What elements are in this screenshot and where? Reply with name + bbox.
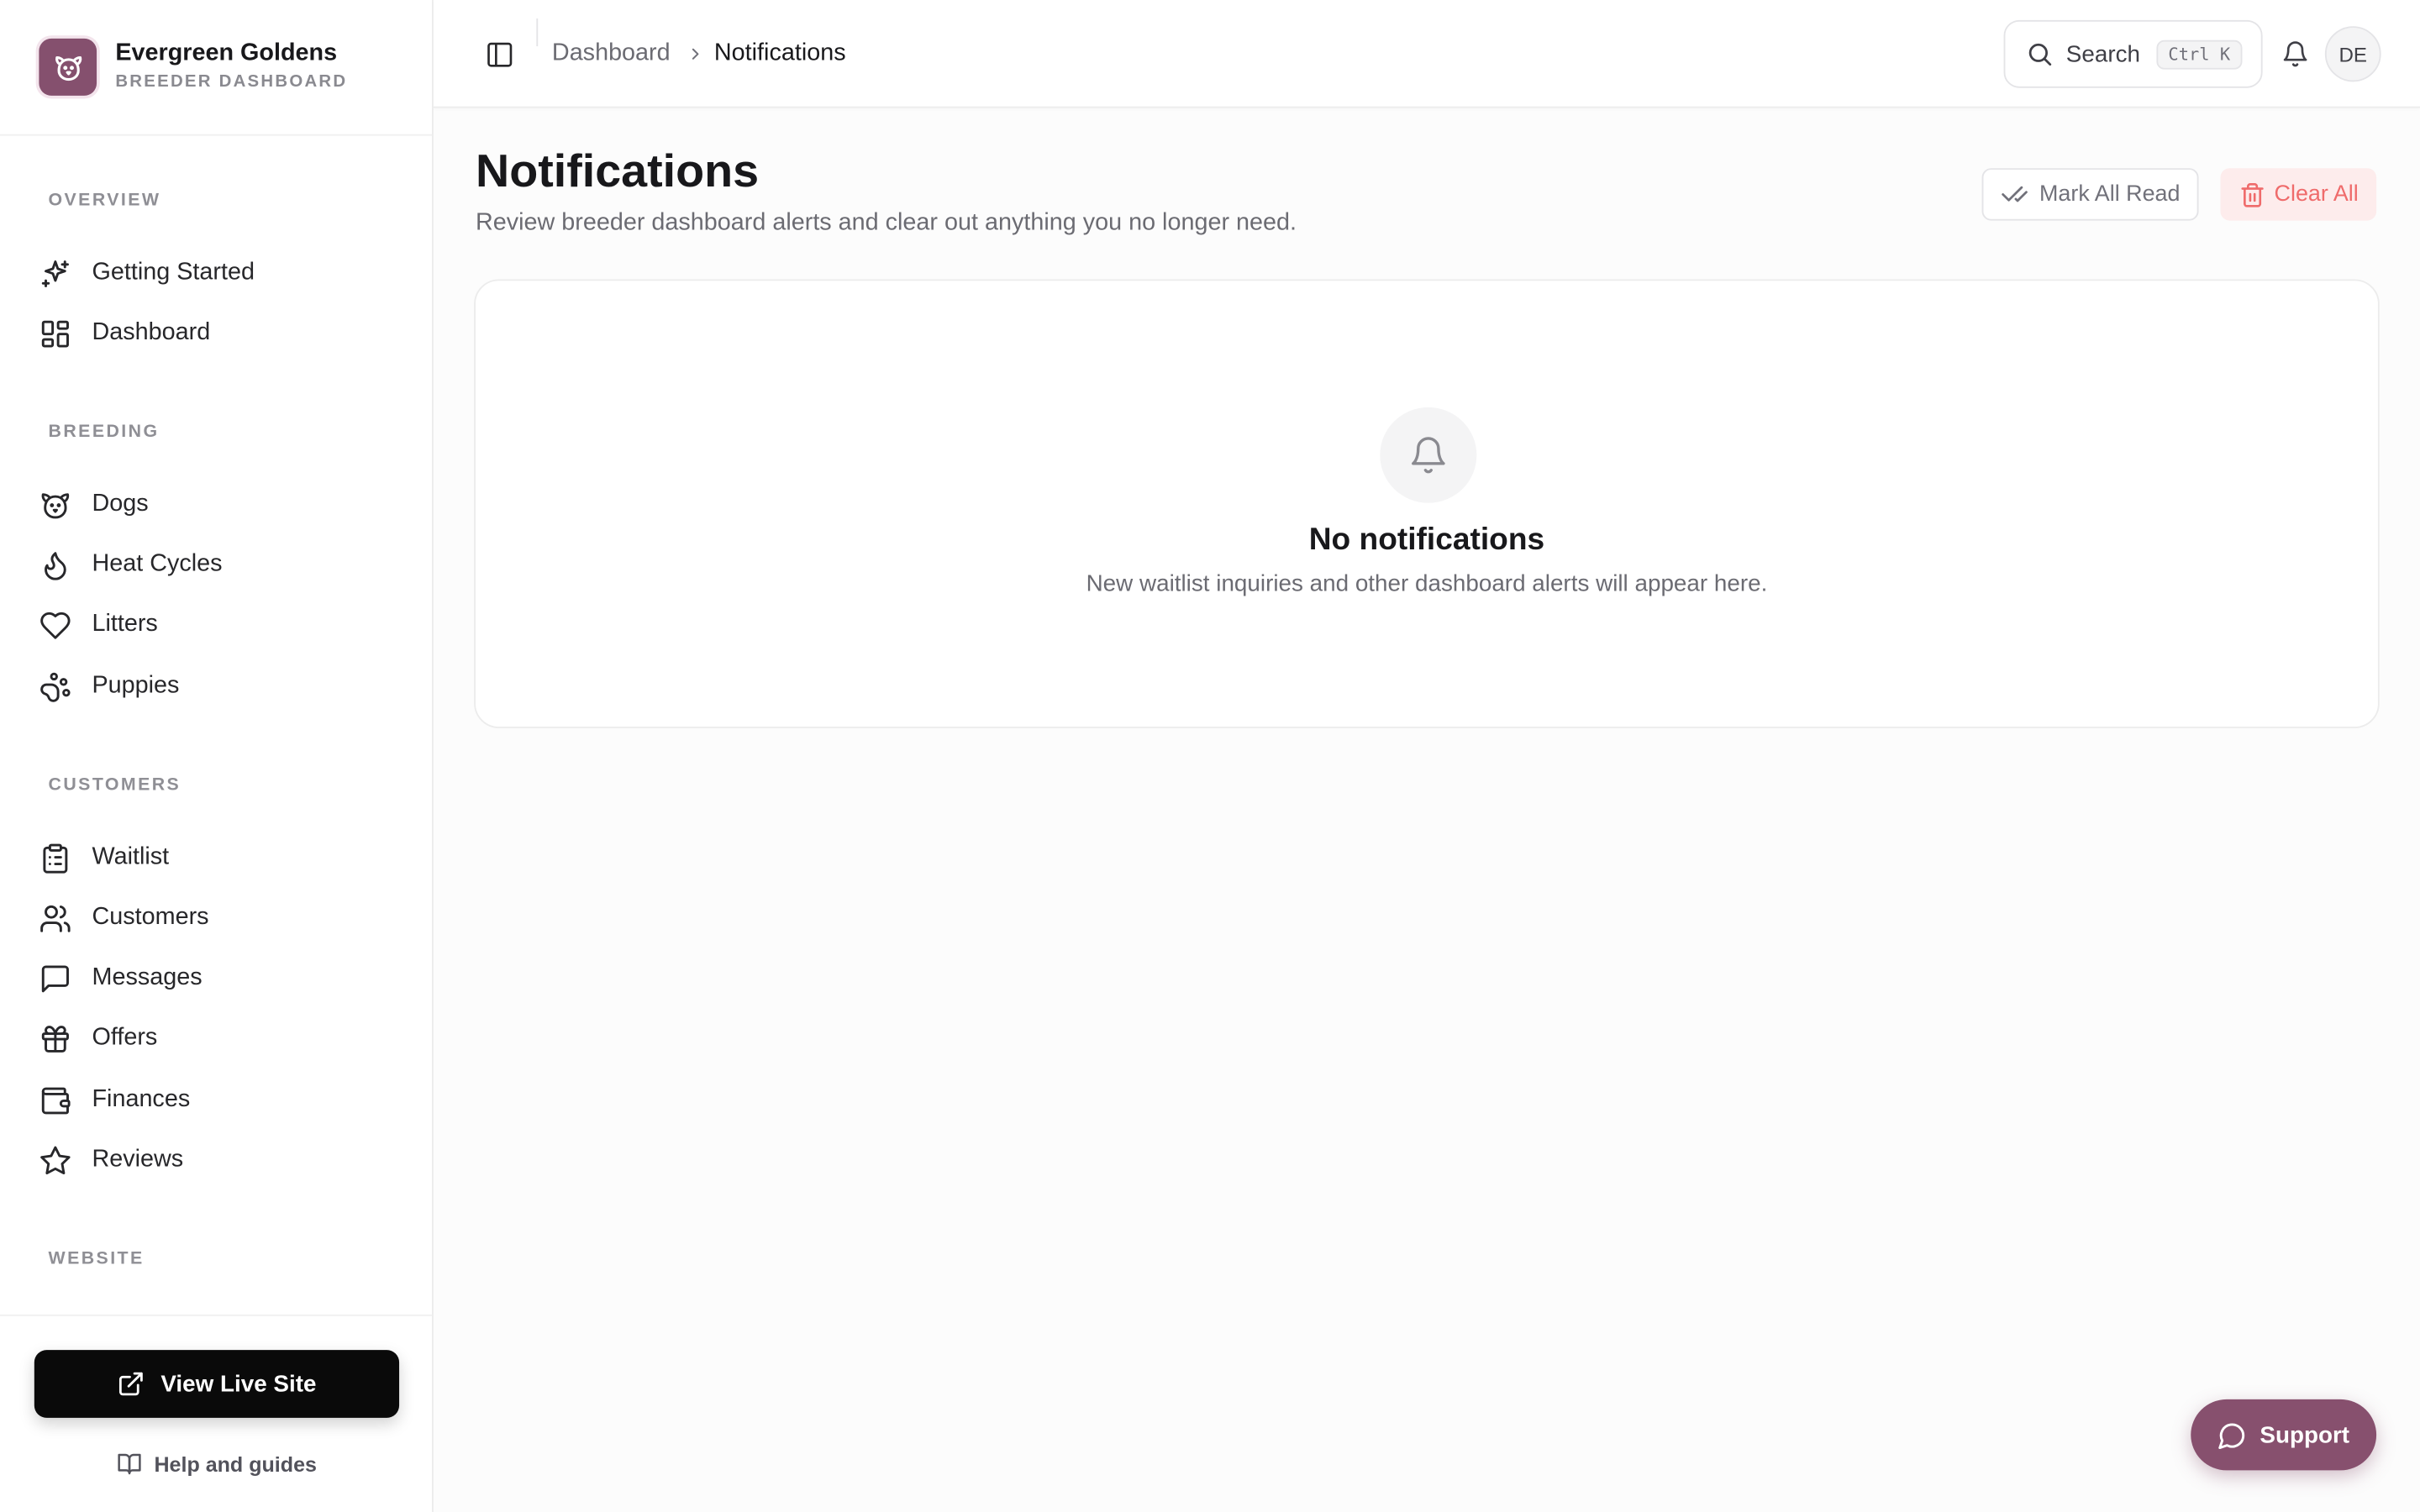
notifications-button[interactable]: [2278, 37, 2312, 71]
top-header: Dashboard Notifications Search Ctrl K DE: [433, 0, 2420, 108]
flame-icon: [38, 548, 72, 581]
dog-face-icon: [39, 38, 97, 96]
message-circle-icon: [2217, 1420, 2247, 1450]
message-square-icon: [38, 961, 72, 995]
chevron-right-icon: [687, 43, 705, 71]
empty-state-title: No notifications: [1308, 522, 1545, 558]
sidebar-item-customers[interactable]: Customers: [38, 893, 397, 942]
sidebar-item-label: Offers: [92, 1024, 158, 1051]
book-open-icon: [117, 1452, 142, 1476]
sidebar-item-label: Getting Started: [92, 259, 255, 286]
sidebar-toggle-button[interactable]: [481, 37, 518, 71]
sidebar-item-dashboard[interactable]: Dashboard: [38, 308, 397, 358]
sidebar-item-getting-started[interactable]: Getting Started: [38, 249, 397, 298]
search-button[interactable]: Search Ctrl K: [2003, 19, 2263, 88]
view-live-site-button[interactable]: View Live Site: [34, 1350, 400, 1418]
sidebar-item-finances[interactable]: Finances: [38, 1075, 397, 1125]
sidebar-item-dogs[interactable]: Dogs: [38, 480, 397, 529]
app-root: Evergreen Goldens BREEDER DASHBOARD OVER…: [0, 0, 2420, 1512]
header-divider: [536, 18, 539, 47]
sidebar-item-label: Reviews: [92, 1146, 184, 1173]
sidebar-item-label: Finances: [92, 1086, 191, 1113]
help-and-guides-label: Help and guides: [154, 1452, 317, 1476]
section-label-breeding: BREEDING: [48, 423, 160, 442]
sidebar-item-label: Customers: [92, 904, 209, 931]
search-shortcut: Ctrl K: [2155, 39, 2244, 69]
layout-grid-icon: [38, 317, 72, 350]
paw-icon: [38, 669, 72, 703]
clipboard-list-icon: [38, 841, 72, 874]
sidebar-footer-divider: [0, 1314, 433, 1316]
bell-icon: [1380, 407, 1477, 503]
section-label-customers: CUSTOMERS: [48, 775, 182, 795]
search-label: Search: [2065, 40, 2141, 67]
support-button[interactable]: Support: [2191, 1399, 2377, 1471]
wallet-icon: [38, 1083, 72, 1116]
brand-name: Evergreen Goldens: [115, 39, 338, 66]
sidebar-item-label: Dogs: [92, 491, 149, 517]
sidebar-item-label: Litters: [92, 611, 158, 638]
dog-icon: [38, 487, 72, 521]
bell-icon: [2281, 40, 2309, 68]
gift-icon: [38, 1021, 72, 1055]
sidebar-item-label: Puppies: [92, 672, 180, 700]
sidebar-item-litters[interactable]: Litters: [38, 600, 397, 649]
sidebar-item-label: Dashboard: [92, 319, 211, 346]
mark-all-read-button[interactable]: Mark All Read: [1981, 168, 2199, 221]
support-label: Support: [2260, 1421, 2350, 1448]
help-and-guides-link[interactable]: Help and guides: [0, 1447, 434, 1481]
sidebar-item-waitlist[interactable]: Waitlist: [38, 833, 397, 883]
users-icon: [38, 901, 72, 935]
sidebar-item-label: Waitlist: [92, 843, 170, 870]
search-icon: [2026, 40, 2054, 68]
notifications-empty-state: No notifications New waitlist inquiries …: [474, 279, 2380, 728]
star-icon: [38, 1143, 72, 1177]
avatar[interactable]: DE: [2324, 26, 2381, 82]
breadcrumb-current: Notifications: [713, 39, 846, 66]
sidebar-item-label: Heat Cycles: [92, 550, 223, 577]
sidebar-item-label: Messages: [92, 963, 203, 991]
sidebar: Evergreen Goldens BREEDER DASHBOARD OVER…: [0, 0, 434, 1512]
breadcrumb-dashboard[interactable]: Dashboard: [552, 40, 671, 68]
clear-all-label: Clear All: [2274, 181, 2359, 207]
trash-icon: [2238, 181, 2265, 207]
brand-subtitle: BREEDER DASHBOARD: [115, 72, 348, 92]
clear-all-button[interactable]: Clear All: [2220, 168, 2377, 221]
section-label-website: WEBSITE: [48, 1249, 145, 1268]
section-label-overview: OVERVIEW: [48, 191, 161, 210]
empty-state-subtitle: New waitlist inquiries and other dashboa…: [1086, 570, 1768, 597]
brand-header[interactable]: Evergreen Goldens BREEDER DASHBOARD: [0, 0, 433, 136]
heart-icon: [38, 608, 72, 642]
sidebar-item-reviews[interactable]: Reviews: [38, 1136, 397, 1185]
sidebar-item-heat-cycles[interactable]: Heat Cycles: [38, 540, 397, 590]
sidebar-item-messages[interactable]: Messages: [38, 953, 397, 1003]
sidebar-item-puppies[interactable]: Puppies: [38, 662, 397, 711]
sidebar-item-offers[interactable]: Offers: [38, 1014, 397, 1063]
check-check-icon: [2001, 181, 2028, 208]
page-subtitle: Review breeder dashboard alerts and clea…: [475, 209, 1297, 237]
page-title: Notifications: [475, 146, 760, 198]
sparkles-icon: [38, 256, 72, 290]
external-link-icon: [117, 1370, 145, 1398]
panel-left-icon: [484, 39, 513, 69]
view-live-site-label: View Live Site: [160, 1370, 317, 1398]
mark-all-read-label: Mark All Read: [2039, 181, 2181, 207]
